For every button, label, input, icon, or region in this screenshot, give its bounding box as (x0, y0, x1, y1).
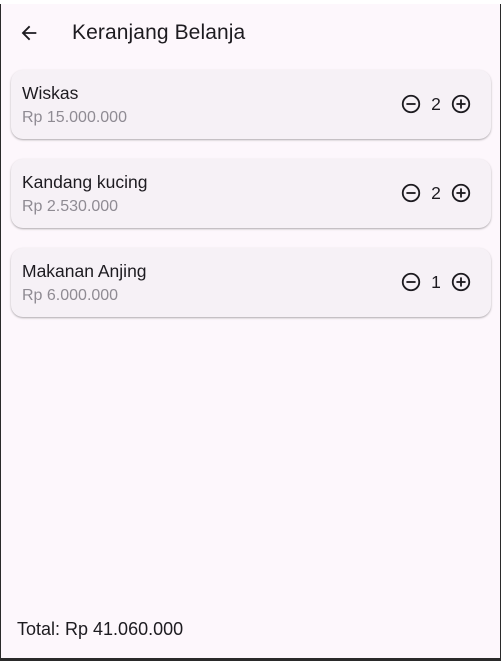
arrow-back-icon (21, 25, 37, 41)
item-name: Makanan Anjing (22, 261, 147, 281)
cart-item-card: Wiskas Rp 15.000.000 2 (11, 70, 491, 139)
remove-circle-outline-icon (401, 183, 421, 203)
item-name: Wiskas (22, 83, 79, 103)
item-name: Kandang kucing (22, 172, 148, 192)
add-circle-outline-icon (451, 183, 471, 203)
app-bar: Keranjang Belanja (1, 4, 500, 62)
cart-total: Total: Rp 41.060.000 (17, 619, 184, 639)
cart-item-card: Kandang kucing Rp 2.530.000 2 (11, 159, 491, 228)
app-screen: Keranjang Belanja Wiskas Rp 15.000.000 2 (1, 4, 500, 658)
remove-circle-outline-icon (401, 94, 421, 114)
decrement-button[interactable] (399, 270, 423, 294)
quantity-value: 1 (431, 271, 441, 292)
quantity-stepper: 1 (399, 270, 473, 294)
item-price: Rp 15.000.000 (22, 109, 127, 126)
quantity-stepper: 2 (399, 92, 473, 116)
add-circle-outline-icon (451, 94, 471, 114)
page-title: Keranjang Belanja (72, 21, 246, 44)
remove-circle-outline-icon (401, 272, 421, 292)
decrement-button[interactable] (399, 92, 423, 116)
quantity-value: 2 (431, 182, 441, 203)
quantity-value: 2 (431, 93, 441, 114)
back-button[interactable] (9, 13, 49, 53)
quantity-stepper: 2 (399, 181, 473, 205)
cart-item-card: Makanan Anjing Rp 6.000.000 1 (11, 248, 491, 317)
increment-button[interactable] (449, 181, 473, 205)
increment-button[interactable] (449, 92, 473, 116)
decrement-button[interactable] (399, 181, 423, 205)
item-price: Rp 2.530.000 (22, 198, 119, 215)
cart-list: Wiskas Rp 15.000.000 2 Kandang kucing Rp… (11, 70, 491, 337)
add-circle-outline-icon (451, 272, 471, 292)
item-price: Rp 6.000.000 (22, 287, 119, 304)
increment-button[interactable] (449, 270, 473, 294)
